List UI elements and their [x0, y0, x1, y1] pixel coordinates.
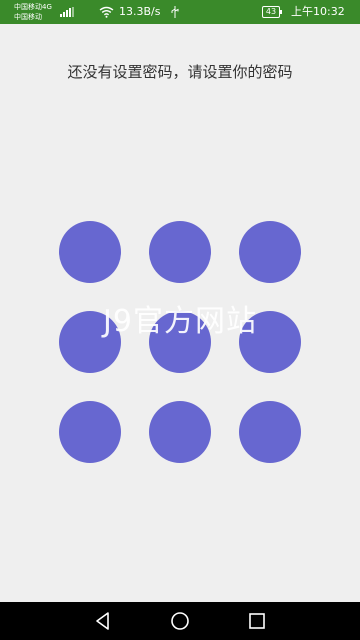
carrier-secondary: 中国移动 [14, 13, 42, 21]
pattern-dot-8[interactable] [149, 401, 211, 463]
pattern-dot-2[interactable] [149, 221, 211, 283]
pattern-dot-7[interactable] [59, 401, 121, 463]
pattern-dot-9[interactable] [239, 401, 301, 463]
pattern-dot-6[interactable] [239, 311, 301, 373]
carrier-primary: 中国移动4G [14, 3, 52, 11]
back-icon[interactable] [92, 610, 114, 632]
pattern-dot-5[interactable] [149, 311, 211, 373]
pattern-dot-3[interactable] [239, 221, 301, 283]
home-icon[interactable] [169, 610, 191, 632]
usb-icon [171, 6, 179, 18]
battery-icon: 43 [262, 6, 282, 18]
navigation-bar [0, 602, 360, 640]
status-bar: 中国移动4G 中国移动 13.3B/s 43 上午10:32 [0, 0, 360, 24]
carrier-info: 中国移动4G 中国移动 [14, 2, 52, 22]
wifi-icon [99, 6, 114, 18]
network-speed: 13.3B/s [119, 5, 161, 18]
battery-level: 43 [265, 7, 277, 16]
prompt-text: 还没有设置密码，请设置你的密码 [67, 63, 293, 81]
signal-icon [60, 7, 74, 17]
pattern-dot-1[interactable] [59, 221, 121, 283]
pattern-dot-4[interactable] [59, 311, 121, 373]
clock: 上午10:32 [291, 5, 345, 18]
recent-apps-icon[interactable] [246, 610, 268, 632]
